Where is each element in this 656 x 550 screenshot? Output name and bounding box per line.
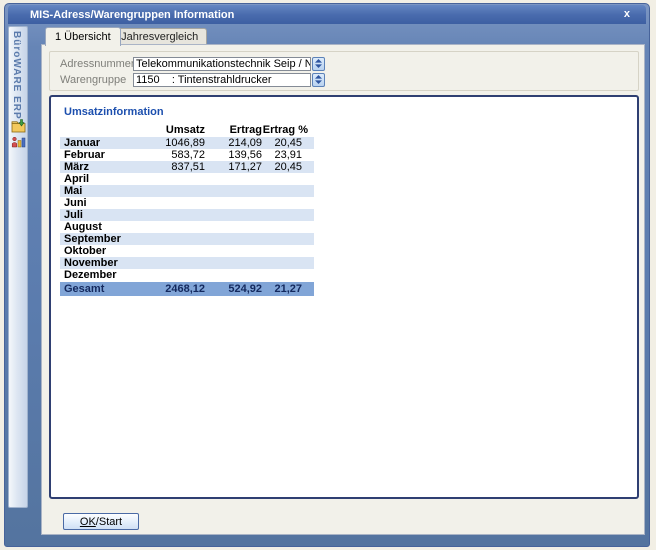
table-row: Januar 1046,89 214,09 20,45: [60, 137, 314, 149]
warengruppe-row: Warengruppe 1150 : Tintenstrahldrucker: [60, 72, 325, 87]
col-ertrag-header: Ertrag: [205, 124, 262, 136]
table-row: September: [60, 233, 314, 245]
col-umsatz-header: Umsatz: [145, 124, 205, 136]
table-total-row: Gesamt 2468,12 524,92 21,27: [60, 282, 314, 296]
col-ertrag-pct-header: Ertrag %: [262, 124, 314, 136]
tab-uebersicht-label: 1 Übersicht: [55, 31, 111, 43]
umsatz-table: Umsatz Ertrag Ertrag % Januar 1046,89 21…: [60, 122, 314, 296]
table-row: Februar 583,72 139,56 23,91: [60, 149, 314, 161]
selection-groupbox: Adressnummer 10015: Telekommunikationste…: [49, 51, 639, 91]
panel-title: Umsatzinformation: [64, 106, 164, 118]
table-row: April: [60, 173, 314, 185]
tab-jahresvergleich-label: 2 Jahresvergleich: [112, 31, 198, 43]
close-icon[interactable]: x: [621, 7, 633, 22]
brand-sidebar: BüroWARE ERP: [8, 26, 28, 508]
statistics-icon[interactable]: [11, 135, 26, 149]
adressnummer-label: Adressnummer: [60, 58, 133, 70]
brand-label: BüroWARE ERP: [11, 31, 22, 120]
warengruppe-label: Warengruppe: [60, 74, 133, 86]
warengruppe-field[interactable]: 1150 : Tintenstrahldrucker: [133, 73, 311, 87]
table-row: August: [60, 221, 314, 233]
updown-arrows-icon: [315, 59, 322, 68]
adressnummer-lookup-button[interactable]: [312, 57, 325, 71]
table-row: Oktober: [60, 245, 314, 257]
adressnummer-field[interactable]: 10015: Telekommunikationstechnik Seip / …: [133, 57, 311, 71]
warengruppe-lookup-button[interactable]: [312, 73, 325, 87]
folder-import-icon[interactable]: [11, 119, 26, 133]
adressnummer-row: Adressnummer 10015: Telekommunikationste…: [60, 56, 325, 71]
title-bar: MIS-Adress/Warengruppen Information x: [8, 5, 646, 24]
table-row: Mai: [60, 185, 314, 197]
table-row: März 837,51 171,27 20,45: [60, 161, 314, 173]
app-window: MIS-Adress/Warengruppen Information x Bü…: [4, 3, 650, 547]
table-header-row: Umsatz Ertrag Ertrag %: [60, 122, 314, 137]
umsatz-panel: Umsatzinformation Umsatz Ertrag Ertrag %…: [49, 95, 639, 499]
ok-start-label: OK/Start: [80, 516, 122, 528]
table-row: Juni: [60, 197, 314, 209]
table-row: November: [60, 257, 314, 269]
table-row: Dezember: [60, 269, 314, 281]
tab-content: Adressnummer 10015: Telekommunikationste…: [41, 44, 645, 535]
table-row: Juli: [60, 209, 314, 221]
ok-start-button[interactable]: OK/Start: [63, 513, 139, 530]
tab-uebersicht[interactable]: 1 Übersicht: [45, 27, 121, 46]
updown-arrows-icon: [315, 75, 322, 84]
window-title: MIS-Adress/Warengruppen Information: [30, 9, 234, 21]
